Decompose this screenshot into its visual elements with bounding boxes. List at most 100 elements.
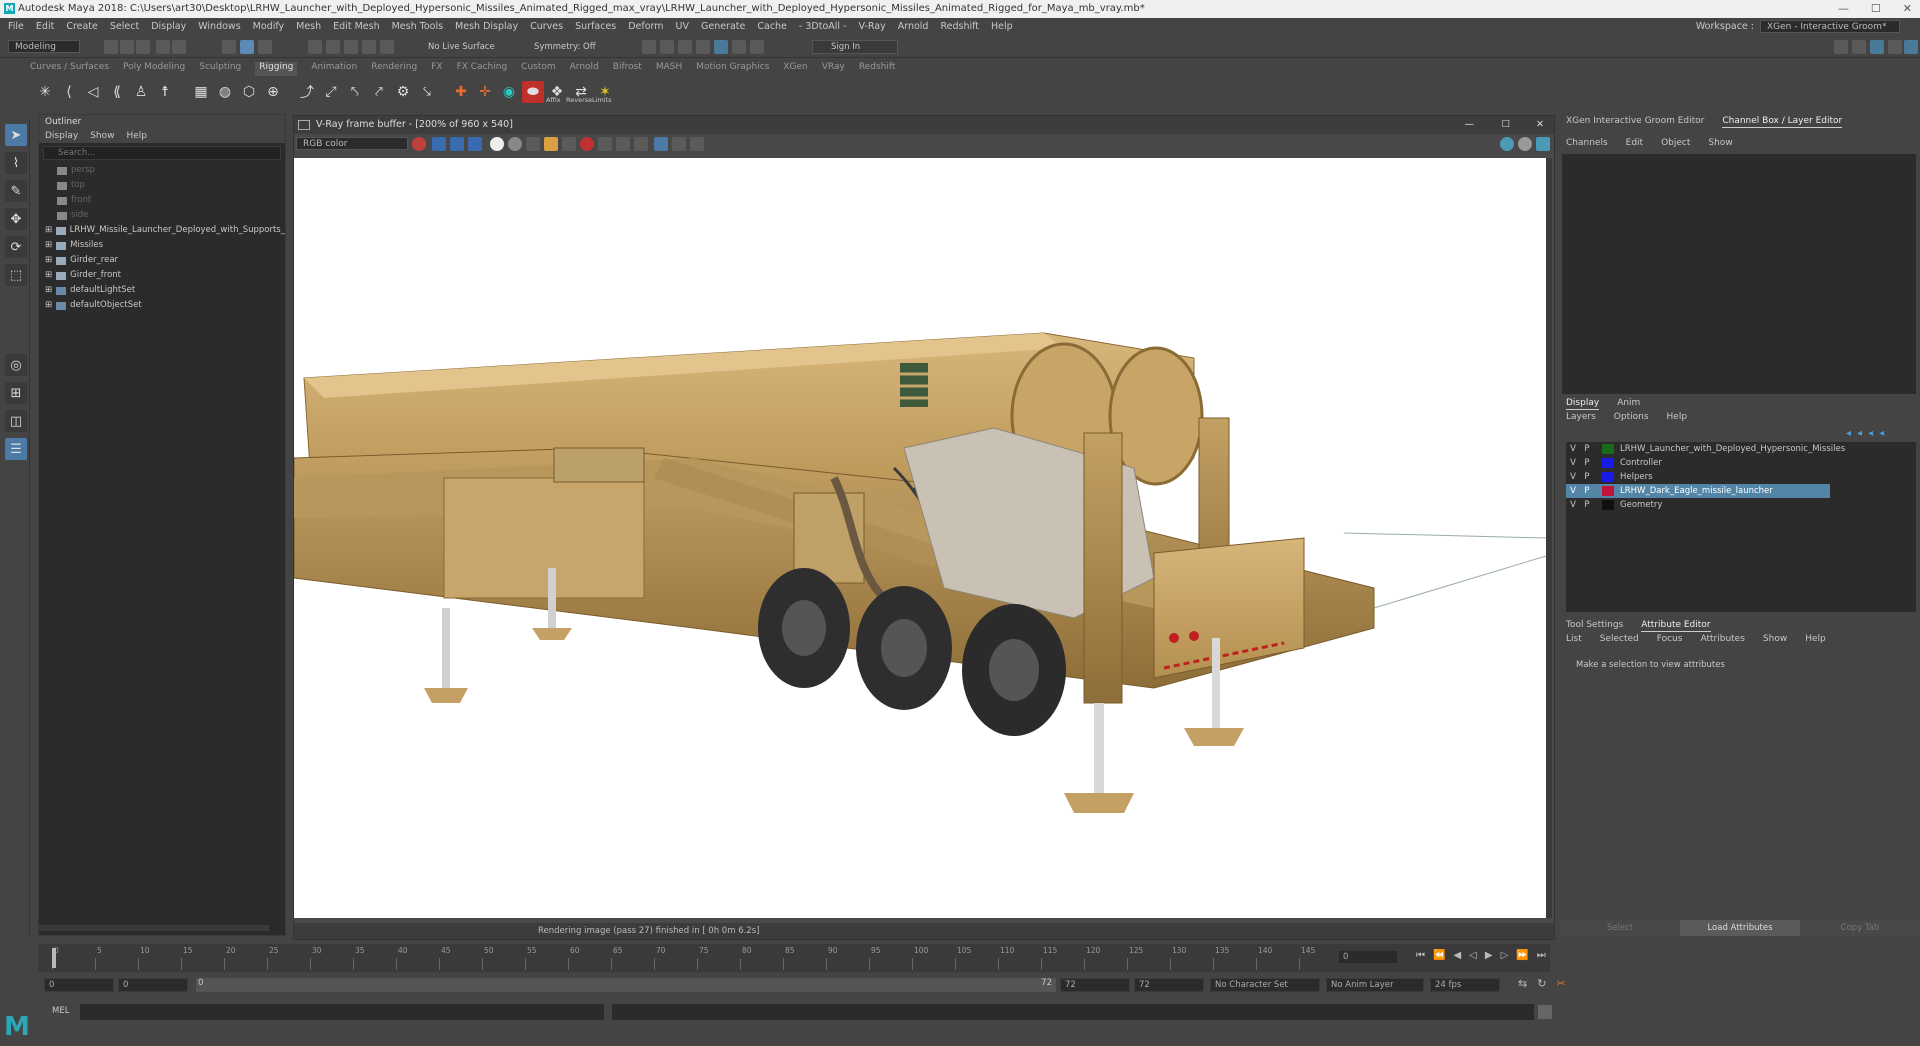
render-current-icon[interactable] [642, 40, 656, 54]
vfb-save-icon[interactable] [526, 137, 540, 151]
redo-icon[interactable] [172, 40, 186, 54]
tool-settings-toggle-icon[interactable] [1888, 40, 1902, 54]
layer-menu-0[interactable]: Layers [1566, 410, 1596, 424]
outliner-menu-0[interactable]: Display [45, 129, 78, 143]
vfb-render-icon[interactable] [1500, 137, 1514, 151]
script-editor-icon[interactable] [1538, 1005, 1552, 1019]
layer-row[interactable]: V P LRHW_Dark_Eagle_missile_launcher [1566, 484, 1830, 498]
four-view-layout-icon[interactable]: ⊞ [5, 382, 27, 404]
move-layer-up-icon[interactable]: ◂ [1846, 428, 1851, 439]
expand-toggle-icon[interactable]: ⊞ [45, 283, 52, 298]
parent-constraint-icon[interactable]: ⬬ [522, 81, 544, 103]
vfb-blue-channel-icon[interactable] [468, 137, 482, 151]
shelf-tab-13[interactable]: XGen [783, 62, 807, 76]
outliner-item[interactable]: ⊞ LRHW_Missile_Launcher_Deployed_with_Sup… [39, 223, 285, 238]
menu-item-11[interactable]: Curves [530, 21, 563, 32]
workspace-dropdown[interactable]: XGen - Interactive Groom* [1760, 20, 1900, 33]
human-ik-icon[interactable]: ☨ [154, 81, 176, 103]
layer-editor-toggle-icon[interactable] [1904, 40, 1918, 54]
outliner-item[interactable]: side [39, 208, 285, 223]
menu-set-dropdown[interactable]: Modeling [8, 40, 80, 53]
shelf-tab-14[interactable]: VRay [822, 62, 845, 76]
maximize-icon[interactable]: ☐ [1871, 0, 1881, 18]
menu-item-0[interactable]: File [8, 21, 24, 32]
shelf-tab-11[interactable]: MASH [656, 62, 682, 76]
step-back-frame-icon[interactable]: ◀ [1453, 950, 1461, 961]
step-forward-key-icon[interactable]: ⏩ [1516, 950, 1528, 961]
attribute-editor-toggle-icon[interactable] [1852, 40, 1866, 54]
locator-icon[interactable]: ✚ [450, 81, 472, 103]
layer-playback-toggle[interactable]: P [1580, 456, 1594, 470]
point-constraint-icon[interactable]: ✛ [474, 81, 496, 103]
attr-menu-1[interactable]: Selected [1600, 632, 1639, 646]
snap-curve-icon[interactable] [326, 40, 340, 54]
live-surface-label[interactable]: No Live Surface [428, 42, 495, 52]
layer-menu-2[interactable]: Help [1667, 410, 1688, 424]
expand-toggle-icon[interactable]: ⊞ [45, 253, 52, 268]
interactive-bind-icon[interactable]: ⤤ [368, 81, 390, 103]
attr-menu-5[interactable]: Help [1805, 632, 1826, 646]
shelf-tab-4[interactable]: Animation [311, 62, 357, 76]
shelf-tab-6[interactable]: FX [431, 62, 442, 76]
shelf-tab-7[interactable]: FX Caching [457, 62, 508, 76]
wrap-deformer-icon[interactable]: ⊕ [262, 81, 284, 103]
vfb-red-channel-icon[interactable] [432, 137, 446, 151]
attr-menu-2[interactable]: Focus [1657, 632, 1683, 646]
layer-visibility-toggle[interactable]: V [1566, 456, 1580, 470]
auto-key-icon[interactable]: ✂ [1556, 977, 1565, 990]
vfb-stop-icon[interactable] [580, 137, 594, 151]
undo-icon[interactable] [156, 40, 170, 54]
layer-color-swatch[interactable] [1602, 500, 1614, 510]
attr-button-2[interactable]: Copy Tab [1800, 920, 1920, 936]
snap-view-icon[interactable] [362, 40, 376, 54]
vfb-compare-icon[interactable] [690, 137, 704, 151]
shelf-tab-3[interactable]: Rigging [255, 62, 298, 76]
snap-surface-icon[interactable] [380, 40, 394, 54]
layer-visibility-toggle[interactable]: V [1566, 484, 1580, 498]
lasso-tool-icon[interactable]: ⌇ [5, 152, 27, 174]
vfb-green-channel-icon[interactable] [450, 137, 464, 151]
time-slider[interactable]: 0 5 10 15 20 25 30 35 40 45 50 55 60 65 70 75 80 85 90 95 10… [38, 944, 1550, 972]
vfb-close-icon[interactable]: ✕ [1536, 116, 1544, 134]
outliner-item[interactable]: ⊞ defaultObjectSet [39, 298, 285, 313]
vfb-load-icon[interactable] [544, 137, 558, 151]
vray-render-icon[interactable] [714, 40, 728, 54]
attr-menu-4[interactable]: Show [1763, 632, 1787, 646]
rotate-tool-icon[interactable]: ⟳ [5, 236, 27, 258]
cluster-icon[interactable]: ◍ [214, 81, 236, 103]
shelf-tab-9[interactable]: Arnold [570, 62, 599, 76]
vfb-ipr-icon[interactable] [1518, 137, 1532, 151]
create-joints-icon[interactable]: ✳ [34, 81, 56, 103]
vfb-mono-icon[interactable] [508, 137, 522, 151]
ik-spline-icon[interactable]: ◁ [82, 81, 104, 103]
lattice-icon[interactable]: ▦ [190, 81, 212, 103]
shelf-tab-12[interactable]: Motion Graphics [696, 62, 769, 76]
range-start-field[interactable]: 0 [44, 978, 114, 992]
outliner-item[interactable]: top [39, 178, 285, 193]
layer-row[interactable]: V P Controller [1566, 456, 1916, 470]
paint-weights-icon[interactable]: ⤢ [320, 81, 342, 103]
layer-color-swatch[interactable] [1602, 444, 1614, 454]
menu-item-18[interactable]: V-Ray [858, 21, 885, 32]
layer-playback-toggle[interactable]: P [1580, 442, 1594, 456]
vfb-vertical-scrollbar[interactable] [1546, 158, 1552, 918]
vfb-alpha-icon[interactable] [490, 137, 504, 151]
ik-handle-icon[interactable]: ⟨ [58, 81, 80, 103]
range-inner-end-field[interactable]: 72 [1060, 978, 1130, 992]
go-to-start-icon[interactable]: ⏮ [1416, 950, 1425, 961]
menu-item-3[interactable]: Select [110, 21, 139, 32]
vfb-render-last-icon[interactable] [1536, 137, 1550, 151]
range-end-field[interactable]: 72 [1134, 978, 1204, 992]
menu-item-13[interactable]: Deform [628, 21, 663, 32]
layer-tab-1[interactable]: Anim [1617, 396, 1640, 410]
layer-row[interactable]: V P LRHW_Launcher_with_Deployed_Hypersonic… [1566, 442, 1916, 456]
minimize-icon[interactable]: — [1838, 0, 1849, 18]
menu-item-21[interactable]: Help [991, 21, 1013, 32]
vfb-channel-dropdown[interactable]: RGB color [296, 137, 408, 150]
command-language-label[interactable]: MEL [52, 1006, 69, 1016]
attr-menu-3[interactable]: Attributes [1700, 632, 1744, 646]
menu-item-8[interactable]: Edit Mesh [333, 21, 379, 32]
symmetry-label[interactable]: Symmetry: Off [534, 42, 596, 52]
snap-grid-icon[interactable] [308, 40, 322, 54]
loop-icon[interactable]: ⇆ [1518, 977, 1527, 990]
